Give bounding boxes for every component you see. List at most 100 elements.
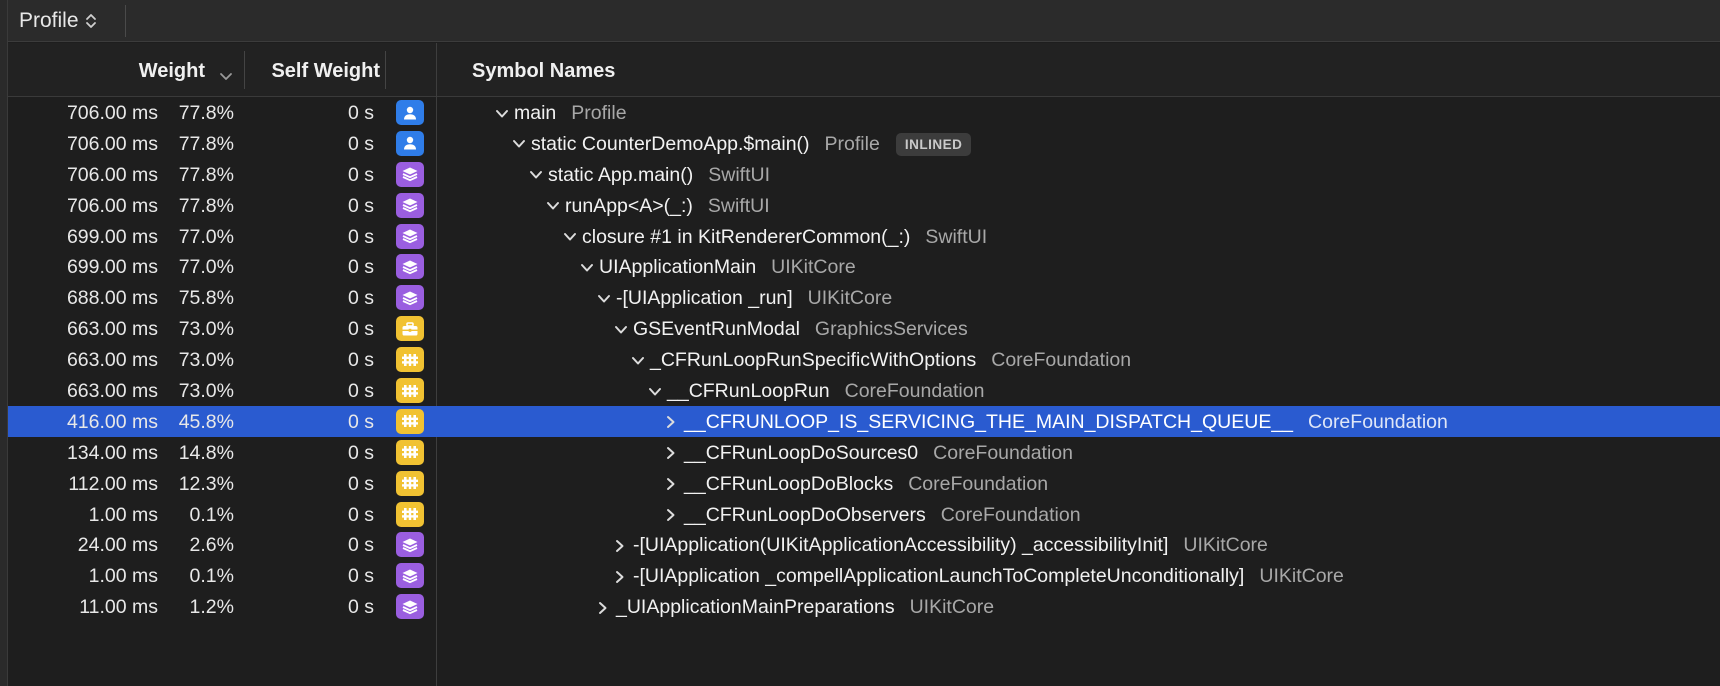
disclosure-expanded-icon[interactable] bbox=[562, 230, 580, 244]
weight-percent-value: 14.8% bbox=[178, 441, 234, 464]
call-tree-row[interactable]: 1.00 ms 0.1% 0 s __CFRunLoopDoObservers Core… bbox=[8, 499, 1720, 530]
call-tree-row[interactable]: 134.00 ms 14.8% 0 s __CFRunLoopDoSources0 Co… bbox=[8, 437, 1720, 468]
call-tree-row[interactable]: 663.00 ms 73.0% 0 s GSEventRunModal Graphics… bbox=[8, 313, 1720, 344]
weight-ms-value: 699.00 ms bbox=[66, 256, 158, 279]
call-tree-row[interactable]: 699.00 ms 77.0% 0 s UIApplicationMain UIKitC… bbox=[8, 251, 1720, 282]
symbol-name: -[UIApplication(UIKitApplicationAccessib… bbox=[633, 534, 1169, 557]
self-weight-column-header[interactable]: Self Weight bbox=[244, 43, 384, 97]
puzzle-icon bbox=[396, 408, 424, 434]
call-tree-row[interactable]: 11.00 ms 1.2% 0 s _UIApplicationMainPrepara… bbox=[8, 591, 1720, 622]
briefcase-icon bbox=[396, 316, 424, 342]
call-tree-row[interactable]: 706.00 ms 77.8% 0 s main Profile bbox=[8, 97, 1720, 128]
weight-percent-value: 73.0% bbox=[178, 318, 234, 341]
disclosure-expanded-icon[interactable] bbox=[545, 199, 563, 213]
symbol-name: main bbox=[514, 102, 557, 124]
weight-ms-value: 706.00 ms bbox=[66, 132, 158, 155]
disclosure-expanded-icon[interactable] bbox=[596, 292, 614, 306]
self-weight-value: 0 s bbox=[347, 194, 374, 217]
call-tree-row[interactable]: 1.00 ms 0.1% 0 s -[UIApplication _compellAp… bbox=[8, 560, 1720, 591]
profile-label: Profile bbox=[19, 9, 79, 32]
disclosure-expanded-icon[interactable] bbox=[613, 323, 631, 337]
layers-icon bbox=[396, 285, 424, 311]
library-name: UIKitCore bbox=[1259, 565, 1344, 588]
disclosure-expanded-icon[interactable] bbox=[494, 107, 512, 121]
symbol-cell: _CFRunLoopRunSpecificWithOptions CoreFoun… bbox=[630, 349, 1131, 372]
call-tree-row[interactable]: 24.00 ms 2.6% 0 s -[UIApplication(UIKitAppl… bbox=[8, 529, 1720, 560]
weight-ms-value: 706.00 ms bbox=[66, 163, 158, 186]
disclosure-collapsed-icon[interactable] bbox=[664, 414, 682, 430]
puzzle-icon bbox=[396, 347, 424, 373]
call-tree-row-selected[interactable]: 416.00 ms 45.8% 0 s __CFRUNLOOP_IS_SERVICIN… bbox=[8, 405, 1720, 437]
call-tree-row[interactable]: 706.00 ms 77.8% 0 s static App.main() SwiftU… bbox=[8, 159, 1720, 190]
sort-descending-icon[interactable] bbox=[219, 65, 233, 88]
weight-percent-value: 73.0% bbox=[178, 380, 234, 403]
self-weight-value: 0 s bbox=[347, 318, 374, 341]
symbol-name: __CFRUNLOOP_IS_SERVICING_THE_MAIN_DISPAT… bbox=[684, 410, 1294, 433]
self-weight-value: 0 s bbox=[347, 410, 374, 433]
call-tree-row[interactable]: 706.00 ms 77.8% 0 s static CounterDemoApp.$… bbox=[8, 128, 1720, 159]
symbol-cell: -[UIApplication _run] UIKitCore bbox=[596, 287, 892, 310]
symbol-names-header-label: Symbol Names bbox=[472, 60, 616, 82]
disclosure-collapsed-icon[interactable] bbox=[613, 538, 631, 554]
symbol-name: __CFRunLoopDoBlocks bbox=[684, 472, 894, 495]
symbol-name: __CFRunLoopDoSources0 bbox=[684, 441, 919, 464]
call-tree-row[interactable]: 706.00 ms 77.8% 0 s runApp<A>(_:) SwiftUI bbox=[8, 190, 1720, 221]
symbol-name: __CFRunLoopDoObservers bbox=[684, 503, 926, 526]
weight-ms-value: 663.00 ms bbox=[66, 318, 158, 341]
symbol-cell: _UIApplicationMainPreparations UIKitCore bbox=[596, 596, 994, 619]
layers-icon bbox=[396, 161, 424, 187]
self-weight-value: 0 s bbox=[347, 102, 374, 124]
call-tree-row[interactable]: 112.00 ms 12.3% 0 s __CFRunLoopDoBlocks Core… bbox=[8, 468, 1720, 499]
user-icon bbox=[396, 100, 424, 125]
call-tree-row[interactable]: 688.00 ms 75.8% 0 s -[UIApplication _run] UI… bbox=[8, 282, 1720, 313]
symbol-cell: main Profile bbox=[494, 102, 627, 125]
disclosure-collapsed-icon[interactable] bbox=[664, 476, 682, 492]
self-weight-value: 0 s bbox=[347, 163, 374, 186]
disclosure-collapsed-icon[interactable] bbox=[664, 445, 682, 461]
call-tree-row[interactable]: 663.00 ms 73.0% 0 s __CFRunLoopRun CoreFound… bbox=[8, 375, 1720, 406]
self-weight-value: 0 s bbox=[347, 256, 374, 279]
symbol-cell: static App.main() SwiftUI bbox=[528, 164, 770, 187]
symbol-cell: -[UIApplication(UIKitApplicationAccessib… bbox=[613, 534, 1268, 557]
puzzle-icon bbox=[396, 439, 424, 465]
disclosure-expanded-icon[interactable] bbox=[511, 137, 529, 151]
disclosure-expanded-icon[interactable] bbox=[528, 168, 546, 182]
library-name: Profile bbox=[571, 102, 627, 124]
symbol-name: -[UIApplication _compellApplicationLaunc… bbox=[633, 565, 1245, 588]
call-tree-rows: 706.00 ms 77.8% 0 s main Profile 706.00 ms 77.… bbox=[8, 97, 1720, 622]
inlined-badge: INLINED bbox=[895, 132, 972, 156]
disclosure-expanded-icon[interactable] bbox=[630, 354, 648, 368]
library-name: CoreFoundation bbox=[991, 349, 1132, 372]
disclosure-expanded-icon[interactable] bbox=[647, 385, 665, 399]
library-name: GraphicsServices bbox=[814, 318, 968, 341]
weight-percent-value: 77.8% bbox=[178, 102, 234, 124]
call-tree-window: Profile Weight Self Weight Symbol Names bbox=[0, 0, 1720, 686]
symbol-name: -[UIApplication _run] bbox=[616, 287, 793, 310]
weight-percent-value: 77.8% bbox=[178, 194, 234, 217]
self-weight-value: 0 s bbox=[347, 132, 374, 155]
disclosure-collapsed-icon[interactable] bbox=[596, 600, 614, 616]
self-weight-value: 0 s bbox=[347, 596, 374, 619]
profile-popup-button[interactable]: Profile bbox=[19, 6, 97, 36]
disclosure-collapsed-icon[interactable] bbox=[664, 507, 682, 523]
symbol-name: static CounterDemoApp.$main() bbox=[531, 132, 810, 155]
weight-ms-value: 706.00 ms bbox=[66, 194, 158, 217]
disclosure-collapsed-icon[interactable] bbox=[613, 569, 631, 585]
self-weight-value: 0 s bbox=[347, 441, 374, 464]
disclosure-expanded-icon[interactable] bbox=[579, 261, 597, 275]
weight-column-header[interactable]: Weight bbox=[8, 43, 243, 97]
call-tree-row[interactable]: 663.00 ms 73.0% 0 s _CFRunLoopRunSpecificWi… bbox=[8, 344, 1720, 375]
header-separator[interactable] bbox=[385, 51, 386, 89]
library-name: CoreFoundation bbox=[933, 441, 1073, 464]
weight-ms-value: 11.00 ms bbox=[79, 596, 158, 619]
weight-ms-value: 663.00 ms bbox=[66, 380, 158, 403]
layers-icon bbox=[396, 594, 424, 620]
self-weight-header-label: Self Weight bbox=[271, 60, 380, 82]
weight-percent-value: 1.2% bbox=[189, 596, 234, 619]
weight-ms-value: 688.00 ms bbox=[66, 287, 158, 310]
weight-ms-value: 112.00 ms bbox=[68, 472, 158, 495]
symbol-cell: __CFRUNLOOP_IS_SERVICING_THE_MAIN_DISPAT… bbox=[664, 411, 1448, 434]
puzzle-icon bbox=[396, 501, 424, 527]
symbol-name: static App.main() bbox=[548, 163, 694, 186]
call-tree-row[interactable]: 699.00 ms 77.0% 0 s closure #1 in KitRender… bbox=[8, 221, 1720, 252]
